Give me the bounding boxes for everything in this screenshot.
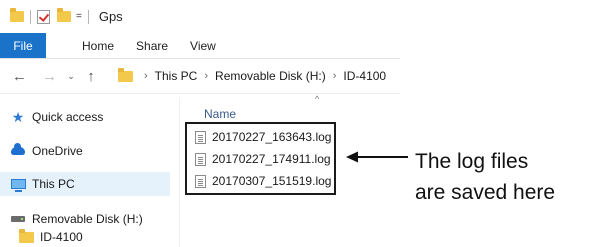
folder-icon <box>118 67 133 82</box>
nav-item-quick-access[interactable]: ★ Quick access <box>10 107 104 127</box>
address-row: ← → ⌄ ↑ › This PC › Removable Disk (H:) … <box>0 59 400 94</box>
window-title: Gps <box>98 9 123 24</box>
file-name: 20170227_163643.log <box>212 130 332 144</box>
list-item[interactable]: 20170307_151519.log <box>195 172 331 190</box>
ribbon-tabs: File Home Share View <box>0 33 400 59</box>
properties-check-icon[interactable] <box>37 9 50 24</box>
up-arrow-icon[interactable]: ↑ <box>84 68 98 85</box>
drive-icon <box>11 216 25 222</box>
tab-view[interactable]: View <box>168 33 216 58</box>
folder-icon <box>18 228 34 243</box>
list-item[interactable]: 20170227_163643.log <box>195 128 331 146</box>
breadcrumb-separator: › <box>144 70 148 82</box>
tab-share[interactable]: Share <box>114 33 168 58</box>
file-explorer-window: = Gps File Home Share View ← → ⌄ ↑ › Thi… <box>0 0 400 247</box>
breadcrumb-separator: › <box>204 70 209 82</box>
breadcrumb-this-pc[interactable]: This PC <box>155 69 198 83</box>
list-item[interactable]: 20170227_174911.log <box>195 150 331 168</box>
nav-item-this-pc[interactable]: This PC <box>0 172 170 196</box>
forward-arrow-icon[interactable]: → <box>42 68 57 85</box>
file-name: 20170307_151519.log <box>212 174 332 188</box>
toolbar-separator <box>87 9 89 24</box>
nav-item-label: Removable Disk (H:) <box>32 212 143 226</box>
nav-item-label: This PC <box>32 177 75 191</box>
new-folder-icon[interactable] <box>57 8 71 22</box>
customize-toolbar-dropdown[interactable]: = <box>76 11 82 22</box>
callout-text: The log files are saved here <box>415 146 555 208</box>
recent-locations-chevron-icon[interactable]: ⌄ <box>64 71 78 82</box>
sort-chevron-icon: ^ <box>315 94 320 104</box>
nav-item-label: Quick access <box>32 110 104 124</box>
folder-icon[interactable] <box>10 8 24 22</box>
address-bar[interactable]: › This PC › Removable Disk (H:) › ID-410… <box>118 65 400 87</box>
quick-access-toolbar: = <box>10 8 95 24</box>
nav-item-onedrive[interactable]: OneDrive <box>10 141 83 161</box>
pane-divider <box>179 97 180 247</box>
cloud-icon <box>11 143 25 155</box>
log-file-icon <box>195 174 206 188</box>
column-header-name[interactable]: Name <box>204 107 236 121</box>
back-arrow-icon[interactable]: ← <box>12 68 27 85</box>
callout-line: are saved here <box>415 181 556 204</box>
file-list: 20170227_163643.log 20170227_174911.log … <box>185 122 336 195</box>
nav-item-removable-disk[interactable]: Removable Disk (H:) <box>10 209 143 229</box>
navigation-pane: ★ Quick access OneDrive This PC Removabl… <box>0 94 170 247</box>
log-file-icon <box>195 130 206 144</box>
nav-item-id-4100[interactable]: ID-4100 <box>18 227 83 247</box>
breadcrumb-id-4100[interactable]: ID-4100 <box>343 69 386 83</box>
nav-item-label: ID-4100 <box>40 230 83 244</box>
breadcrumb-removable-disk[interactable]: Removable Disk (H:) <box>215 69 326 83</box>
toolbar-separator <box>30 9 31 24</box>
callout-arrow-icon <box>346 151 408 163</box>
tab-file[interactable]: File <box>0 33 46 58</box>
computer-icon <box>10 179 26 192</box>
breadcrumb-separator: › <box>332 70 337 82</box>
callout-line: The log files <box>415 150 529 173</box>
nav-item-label: OneDrive <box>32 144 83 158</box>
file-name: 20170227_174911.log <box>212 152 331 166</box>
tab-home[interactable]: Home <box>46 33 114 58</box>
log-file-icon <box>195 152 206 166</box>
title-bar: = Gps <box>0 0 400 33</box>
star-icon: ★ <box>11 108 25 125</box>
